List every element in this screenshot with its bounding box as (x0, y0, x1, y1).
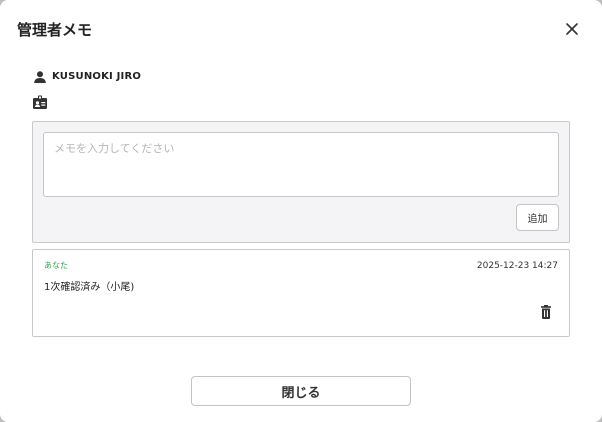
memo-input-panel: 追加 (32, 121, 570, 243)
trash-icon[interactable] (538, 304, 554, 320)
person-icon (33, 69, 47, 83)
memo-timestamp: 2025-12-23 14:27 (476, 261, 558, 271)
close-button[interactable]: 閉じる (191, 376, 411, 406)
user-row: KUSUNOKI JIRO (33, 69, 141, 83)
user-name: KUSUNOKI JIRO (52, 70, 142, 82)
dialog-title: 管理者メモ (17, 21, 93, 39)
memo-item: あなた 2025-12-23 14:27 1次確認済み（小尾) (32, 249, 570, 337)
id-badge-icon (32, 94, 48, 110)
memo-author: あなた (44, 261, 68, 270)
memo-text: 1次確認済み（小尾) (44, 282, 135, 293)
close-icon[interactable] (562, 19, 582, 39)
admin-memo-dialog: 管理者メモ KUSUNOKI JIRO 追加 あなた (0, 0, 602, 422)
add-button[interactable]: 追加 (516, 204, 559, 231)
memo-input[interactable] (43, 132, 559, 197)
